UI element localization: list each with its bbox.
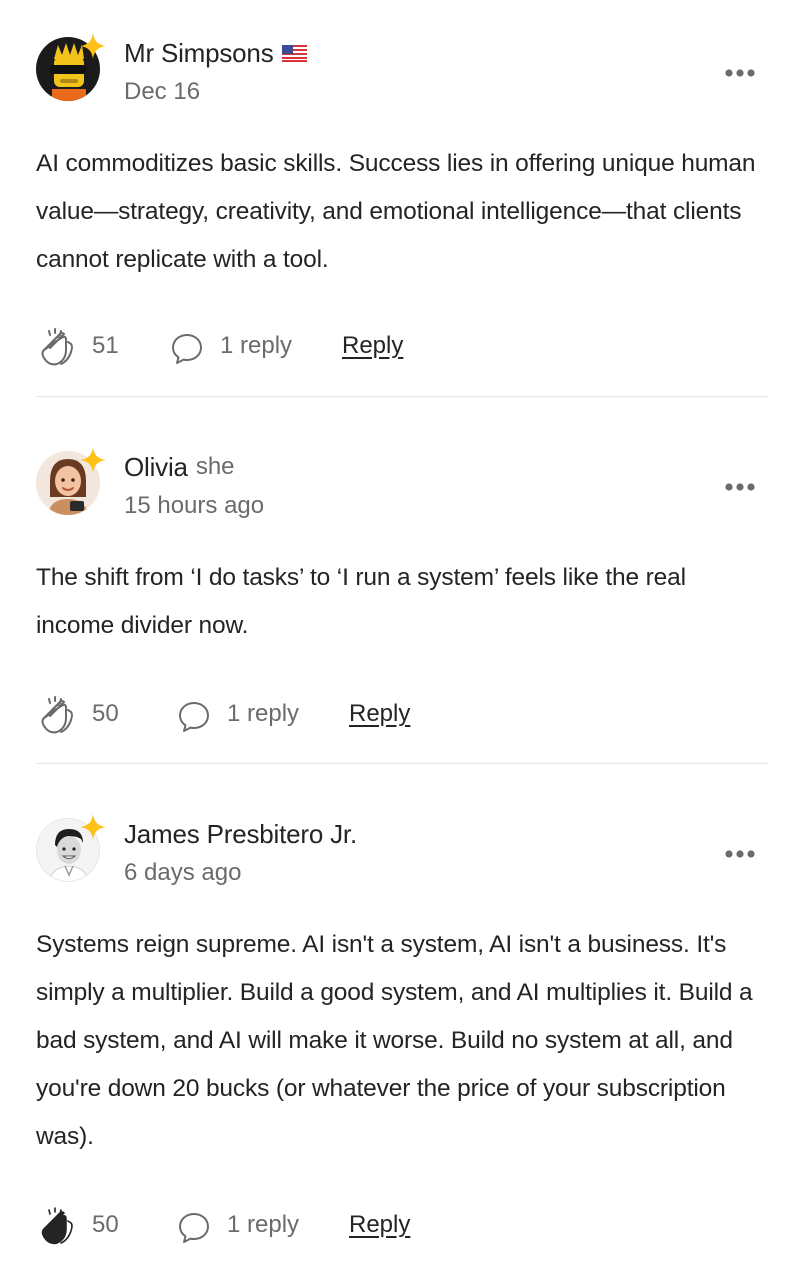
comment-text: AI commoditizes basic skills. Success li… (36, 150, 756, 273)
divider (36, 763, 768, 764)
clap-count: 50 (92, 700, 119, 727)
comment-thread: Mr Simpsons Dec 16 AI commoditizes basic… (0, 0, 800, 1268)
comment: James Presbitero Jr. 6 days ago Systems … (36, 814, 768, 1251)
member-star-icon (80, 814, 106, 840)
more-options-icon[interactable] (724, 68, 756, 78)
author-name[interactable]: Mr Simpsons (124, 38, 274, 69)
reply-bubble-icon[interactable] (170, 332, 204, 366)
clap-count: 50 (92, 1211, 119, 1238)
comment-actions: 51 1 reply Reply (36, 324, 768, 372)
member-star-icon (80, 447, 106, 473)
author-name[interactable]: James Presbitero Jr. (124, 819, 357, 850)
author-name[interactable]: Olivia (124, 452, 188, 483)
comment-text: The shift from ‘I do tasks’ to ‘I run a … (36, 564, 686, 639)
clap-icon[interactable] (38, 696, 78, 736)
reply-button[interactable]: Reply (349, 700, 410, 728)
comment-header: Olivia she 15 hours ago (36, 447, 768, 520)
more-options-icon[interactable] (724, 849, 756, 859)
reply-button[interactable]: Reply (349, 1211, 410, 1239)
more-options-icon[interactable] (724, 482, 756, 492)
comment-text: Systems reign supreme. AI isn't a system… (36, 931, 753, 1150)
comment-date: 15 hours ago (124, 492, 265, 519)
clap-icon-filled[interactable] (38, 1207, 78, 1247)
reply-button[interactable]: Reply (342, 332, 403, 360)
clap-count: 51 (92, 332, 119, 359)
reply-count[interactable]: 1 reply (227, 700, 299, 728)
comment-header: Mr Simpsons Dec 16 (36, 33, 768, 106)
reply-count[interactable]: 1 reply (227, 1211, 299, 1239)
comment-actions: 50 1 reply Reply (36, 692, 768, 740)
comment-date: 6 days ago (124, 859, 242, 886)
author-pronoun: she (195, 453, 235, 480)
comment: Mr Simpsons Dec 16 AI commoditizes basic… (36, 33, 768, 372)
us-flag-icon (281, 44, 307, 62)
comment-date: Dec 16 (124, 78, 201, 105)
reply-count[interactable]: 1 reply (220, 332, 292, 360)
reply-bubble-icon[interactable] (177, 1211, 211, 1245)
comment: Olivia she 15 hours ago The shift from ‘… (36, 447, 768, 740)
clap-icon[interactable] (38, 328, 78, 368)
comment-actions: 50 1 reply Reply (36, 1203, 768, 1251)
member-star-icon (80, 33, 106, 59)
comment-header: James Presbitero Jr. 6 days ago (36, 814, 768, 887)
divider (36, 396, 768, 397)
reply-bubble-icon[interactable] (177, 700, 211, 734)
